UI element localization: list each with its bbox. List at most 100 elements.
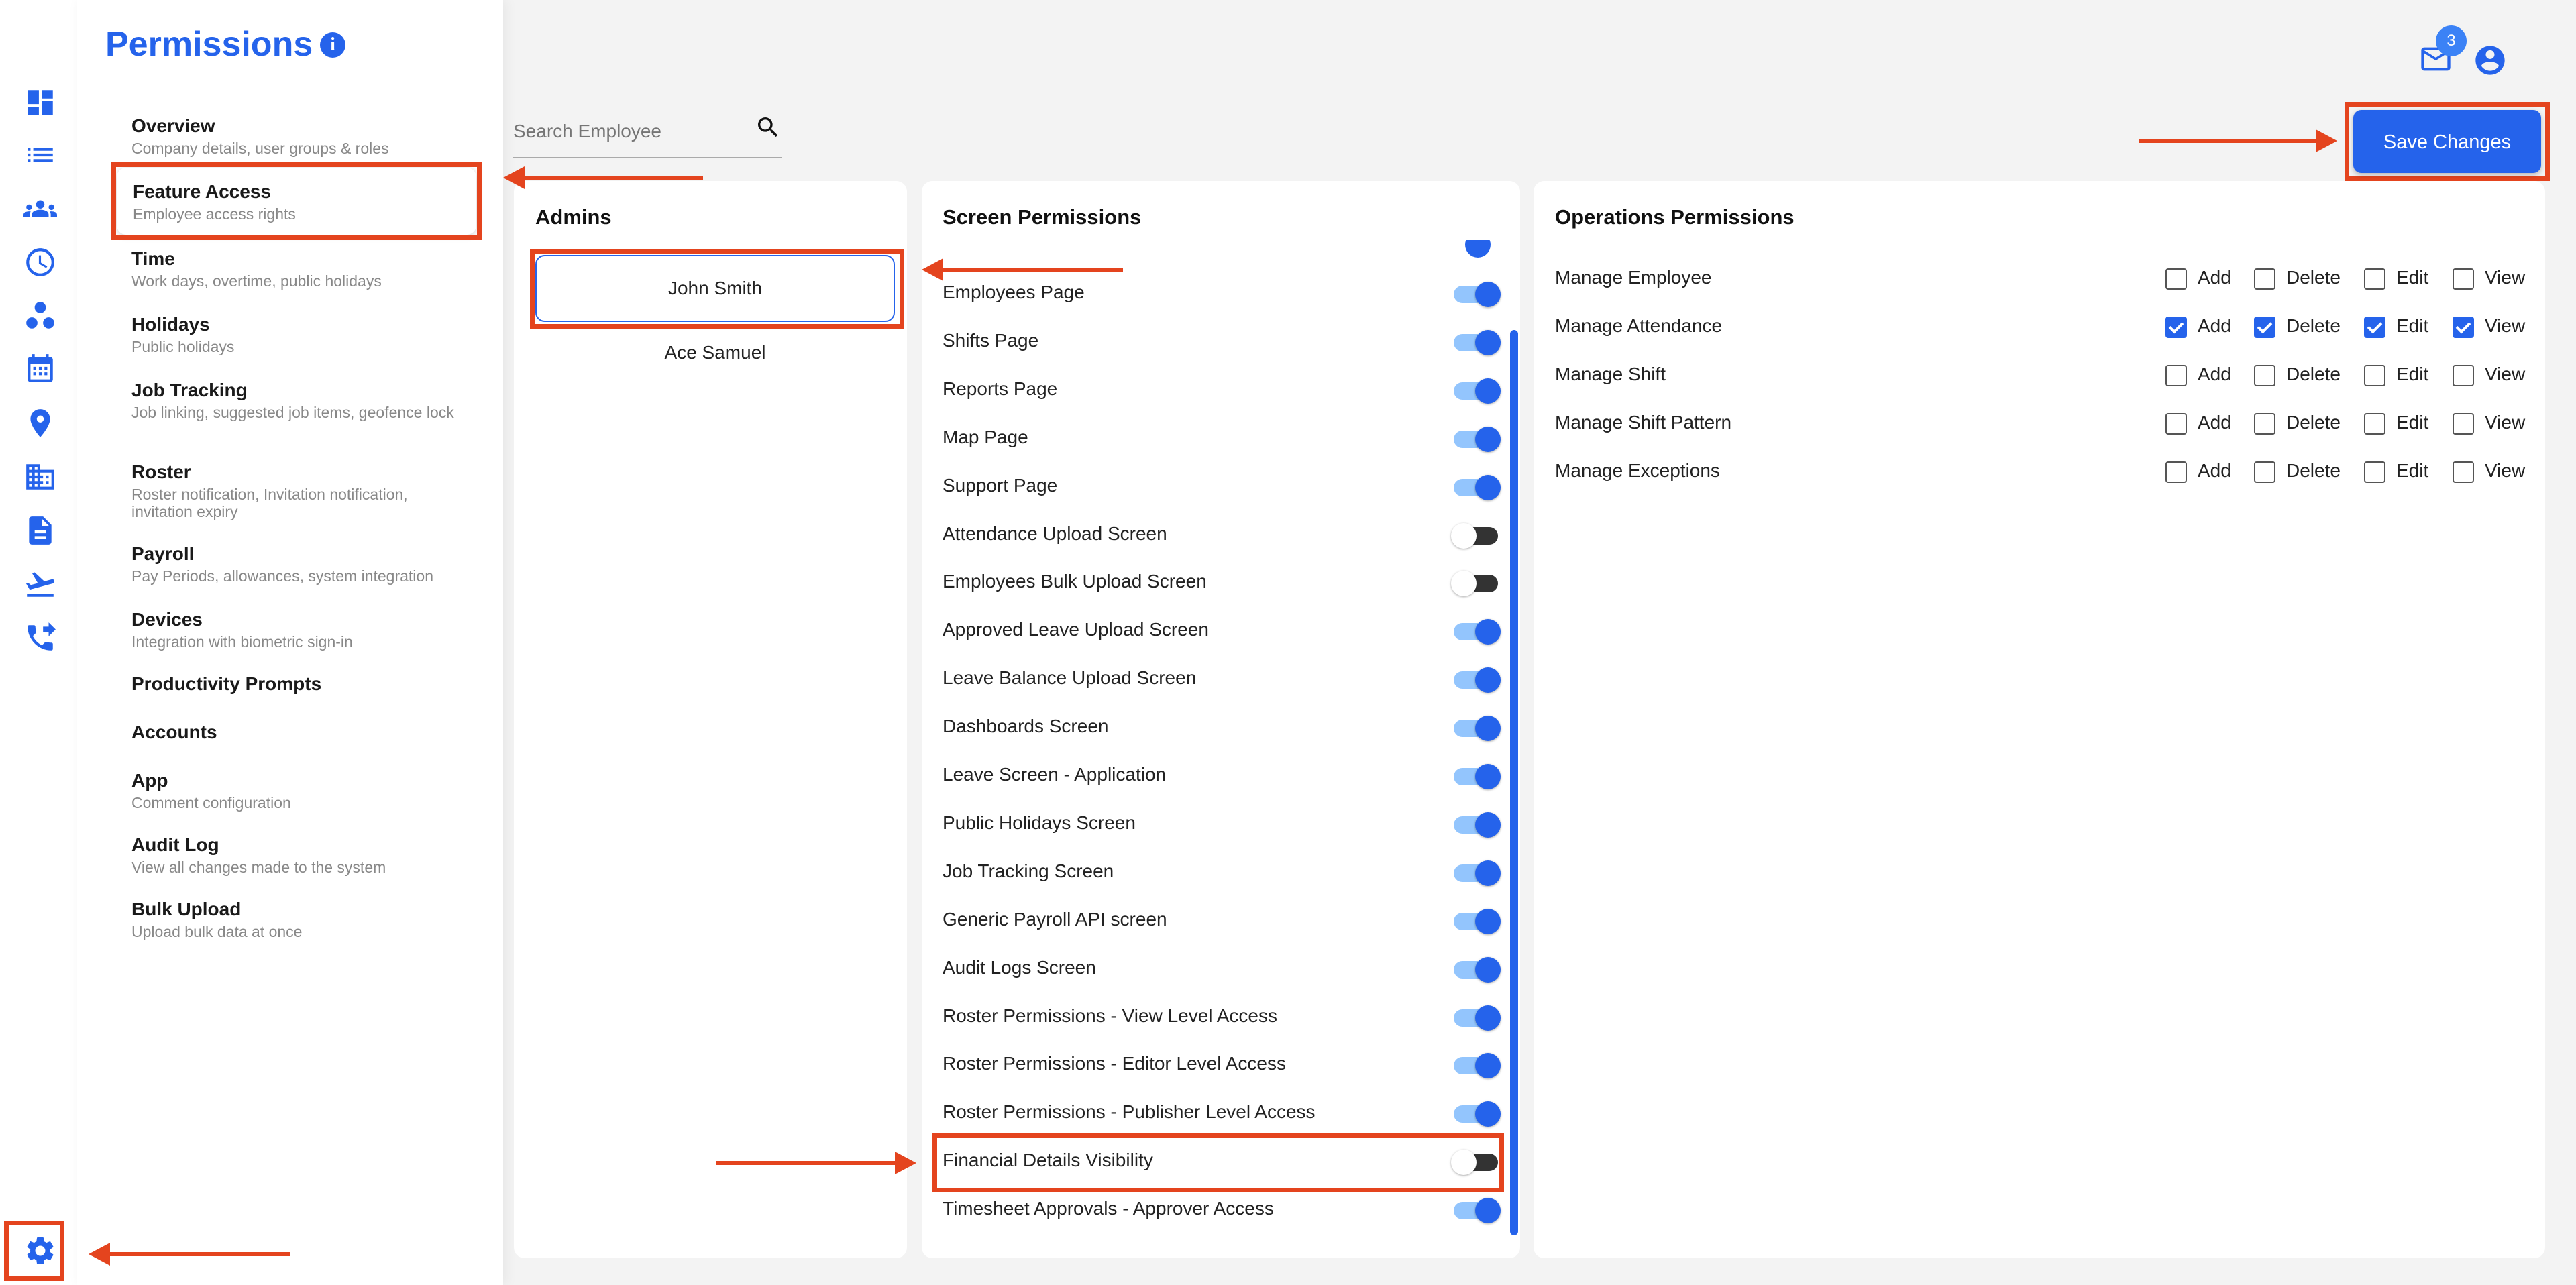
nav-item-holidays[interactable]: Holidays Public holidays [131,314,234,355]
screen-permission-label: Roster Permissions - View Level Access [943,1005,1277,1026]
dashboard-icon[interactable] [23,86,57,119]
permission-toggle[interactable] [1452,619,1501,645]
nav-item-subtitle: Pay Periods, allowances, system integrat… [131,567,433,585]
permission-toggle[interactable] [1452,860,1501,886]
permission-toggle[interactable] [1452,957,1501,983]
screen-permission-label: Public Holidays Screen [943,812,1136,833]
nav-item-productivity-prompts[interactable]: Productivity Prompts [131,673,321,695]
checkbox-edit[interactable] [2364,268,2385,290]
checkbox-delete[interactable] [2254,461,2275,483]
location-pin-icon[interactable] [23,406,57,440]
screen-permission-label: Roster Permissions - Editor Level Access [943,1053,1286,1074]
clock-icon[interactable] [23,245,57,279]
search-input[interactable] [513,121,728,142]
permission-toggle[interactable] [1452,427,1501,452]
nav-item-time[interactable]: Time Work days, overtime, public holiday… [131,248,382,290]
hierarchy-icon[interactable] [23,299,57,333]
checkbox-view[interactable] [2453,413,2474,435]
info-icon[interactable]: i [320,32,345,58]
checkbox-view[interactable] [2453,317,2474,338]
group-icon[interactable] [23,192,57,225]
document-icon[interactable] [23,514,57,547]
screen-permission-label: Generic Payroll API screen [943,909,1167,930]
checkbox-label: View [2485,460,2526,481]
checkbox-label: Delete [2286,364,2341,384]
checkbox-edit[interactable] [2364,413,2385,435]
checkbox-add[interactable] [2165,413,2187,435]
permission-toggle[interactable] [1452,378,1501,404]
scrollbar[interactable] [1510,330,1518,1235]
checkbox-edit[interactable] [2364,461,2385,483]
admins-title: Admins [535,205,612,229]
phone-forward-icon[interactable] [23,621,57,655]
nav-item-job-tracking[interactable]: Job Tracking Job linking, suggested job … [131,380,467,421]
checkbox-add[interactable] [2165,461,2187,483]
checkbox-label: Delete [2286,267,2341,288]
operation-label: Manage Employee [1555,267,1712,288]
nav-item-devices[interactable]: Devices Integration with biometric sign-… [131,609,353,651]
screen-permission-row: Roster Permissions - Publisher Level Acc… [943,1093,1501,1133]
screen-permission-row: Support Page [943,467,1501,507]
checkbox-delete[interactable] [2254,365,2275,386]
checkbox-view[interactable] [2453,461,2474,483]
account-circle-icon[interactable] [2473,43,2508,78]
operation-label: Manage Attendance [1555,315,1723,336]
operations-permissions-title: Operations Permissions [1555,205,1794,229]
checkbox-delete[interactable] [2254,268,2275,290]
permission-toggle[interactable] [1451,571,1499,596]
screen-permission-row: Leave Screen - Application [943,756,1501,796]
checkbox-add[interactable] [2165,365,2187,386]
operation-row: Manage Attendance Add Delete Edit View [1555,307,2534,347]
calendar-icon[interactable] [23,353,57,386]
checkbox-edit[interactable] [2364,365,2385,386]
permission-toggle[interactable] [1452,764,1501,789]
page-title: Permissions [105,25,313,64]
save-changes-button[interactable]: Save Changes [2353,110,2541,173]
building-icon[interactable] [23,460,57,494]
permission-toggle[interactable] [1452,282,1501,307]
permission-toggle[interactable] [1452,1198,1501,1223]
permission-toggle[interactable] [1452,909,1501,934]
checkbox-add[interactable] [2165,268,2187,290]
permission-toggle[interactable] [1452,475,1501,500]
checkbox-view[interactable] [2453,365,2474,386]
screen-permission-row: Reports Page [943,370,1501,410]
checkbox-view[interactable] [2453,268,2474,290]
checkbox-label: Add [2198,412,2231,433]
settings-gear-icon[interactable] [23,1234,57,1268]
permission-toggle[interactable] [1452,667,1501,693]
checkbox-add[interactable] [2165,317,2187,338]
permission-toggle[interactable] [1452,330,1501,355]
screen-permission-label: Support Page [943,475,1058,496]
search-icon[interactable] [755,114,782,141]
nav-item-overview[interactable]: Overview Company details, user groups & … [131,115,389,157]
screen-permission-row: Generic Payroll API screen [943,901,1501,941]
permission-toggle[interactable] [1452,812,1501,838]
checkbox-label: Edit [2396,412,2429,433]
nav-item-audit-log[interactable]: Audit Log View all changes made to the s… [131,834,386,876]
departure-icon[interactable] [23,567,57,601]
nav-item-bulk-upload[interactable]: Bulk Upload Upload bulk data at once [131,899,302,940]
nav-item-accounts[interactable]: Accounts [131,722,217,743]
permission-toggle[interactable] [1451,523,1499,549]
permission-toggle[interactable] [1452,1005,1501,1031]
permission-toggle[interactable] [1452,1053,1501,1078]
nav-item-roster[interactable]: Roster Roster notification, Invitation n… [131,461,467,520]
screen-permission-label: Employees Bulk Upload Screen [943,571,1207,592]
nav-item-app[interactable]: App Comment configuration [131,770,291,812]
list-icon[interactable] [23,138,57,172]
nav-item-feature-access[interactable]: Feature Access Employee access rights [133,181,296,223]
screen-permission-row: Audit Logs Screen [943,949,1501,989]
checkbox-edit[interactable] [2364,317,2385,338]
permission-toggle[interactable] [1452,716,1501,741]
nav-item-payroll[interactable]: Payroll Pay Periods, allowances, system … [131,543,433,585]
screen-permission-label: Shifts Page [943,330,1039,351]
operation-row: Manage Shift Add Delete Edit View [1555,355,2534,396]
screen-permission-row: Roster Permissions - Editor Level Access [943,1045,1501,1085]
admin-item-ace-samuel[interactable]: Ace Samuel [535,342,895,364]
permission-toggle[interactable] [1452,1101,1501,1127]
checkbox-delete[interactable] [2254,317,2275,338]
nav-item-title: Job Tracking [131,380,248,400]
checkbox-delete[interactable] [2254,413,2275,435]
checkbox-label: View [2485,364,2526,384]
